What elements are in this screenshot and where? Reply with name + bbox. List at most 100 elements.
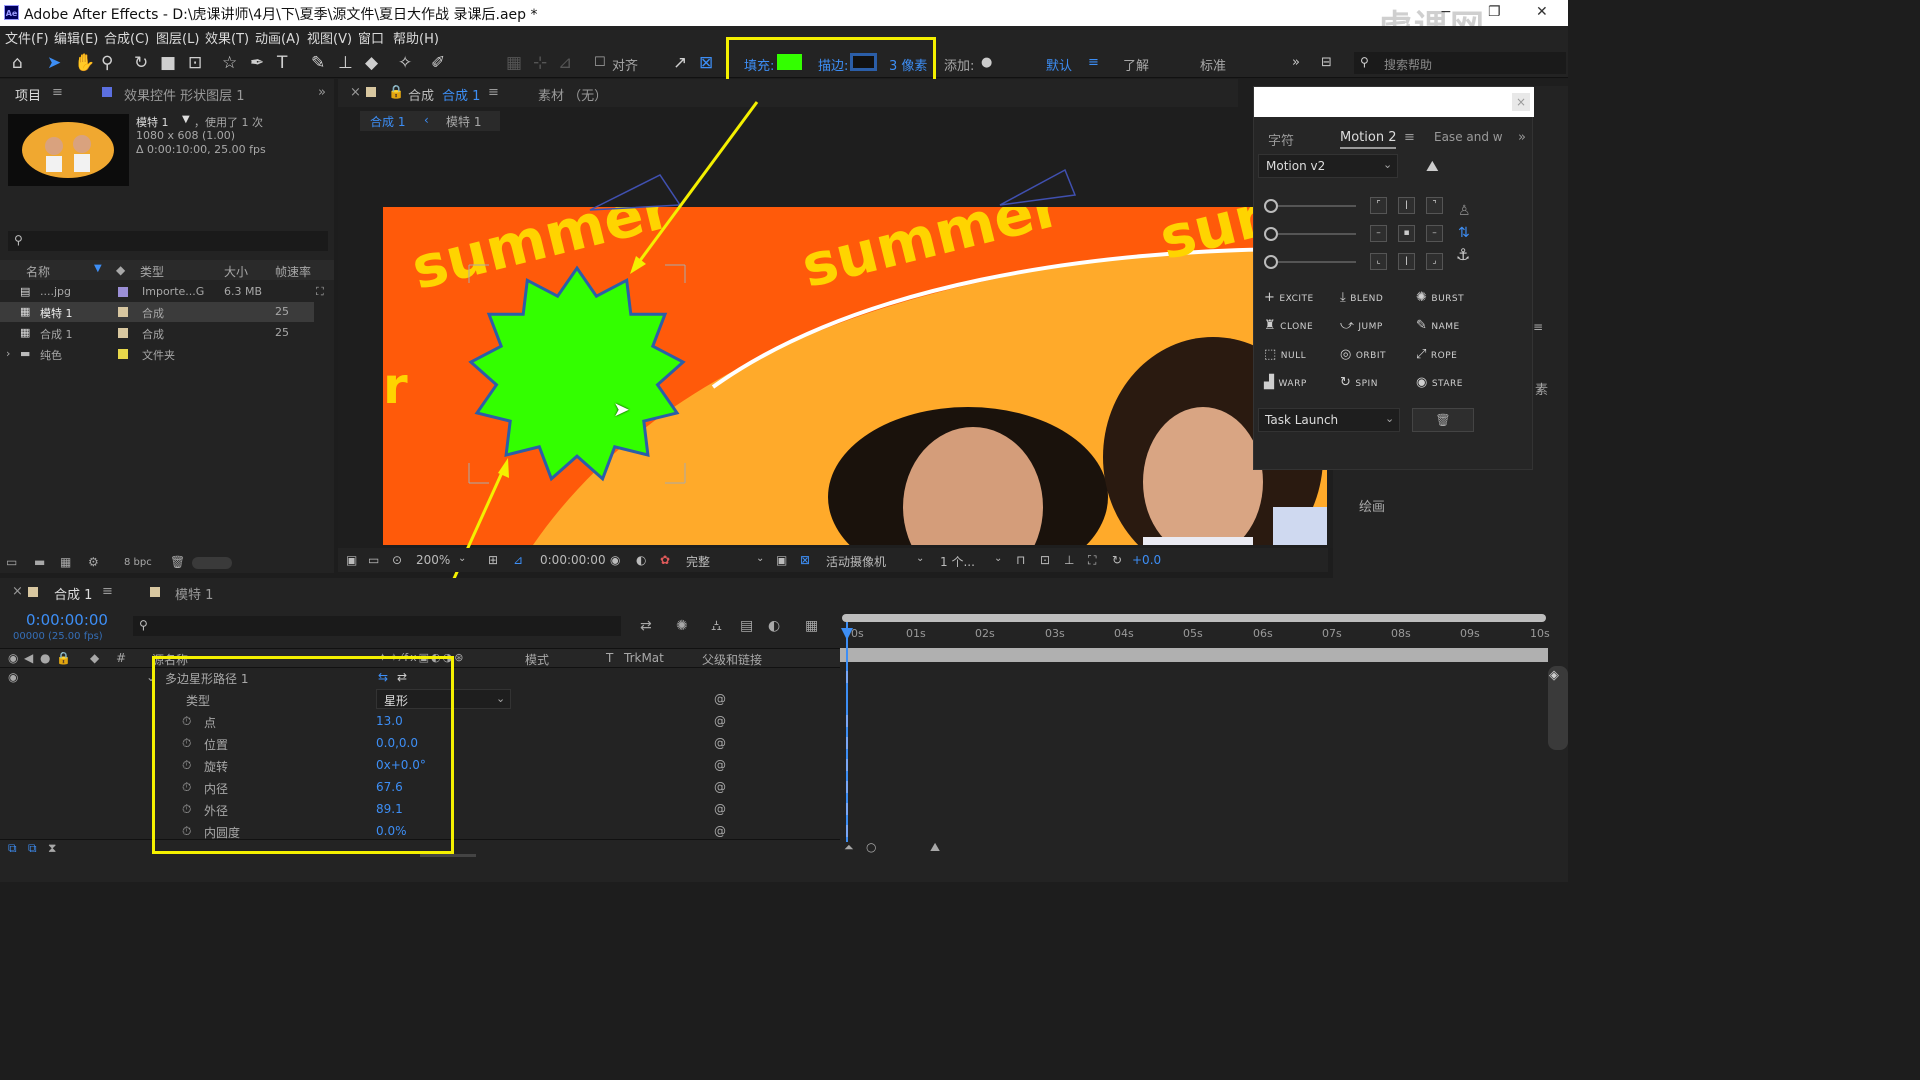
burst-button[interactable]: ✺ BURST bbox=[1416, 290, 1464, 305]
anchor-center-icon[interactable]: ▪ bbox=[1398, 225, 1415, 242]
eraser-tool-icon[interactable]: ◆ bbox=[365, 54, 378, 72]
comp-flowchart-icon[interactable]: ⛶ bbox=[1088, 553, 1096, 568]
anchor-top-icon[interactable]: ǀ bbox=[1398, 197, 1415, 214]
anchor-bottom-left-icon[interactable]: ⌞ bbox=[1370, 253, 1387, 270]
new-composition-icon[interactable]: ▦ bbox=[60, 555, 71, 569]
exposure-value[interactable]: +0.0 bbox=[1132, 553, 1161, 567]
hand-tool-icon[interactable]: ✋ bbox=[74, 54, 95, 72]
breadcrumb-model-1[interactable]: 模特 1 bbox=[446, 113, 481, 130]
resolution-select[interactable]: 完整 bbox=[686, 553, 710, 570]
column-mode[interactable]: 模式 bbox=[525, 651, 549, 668]
frame-blending-icon[interactable]: ▤ bbox=[740, 618, 753, 634]
expression-pickwhip-icon[interactable]: @ bbox=[714, 692, 726, 706]
zoom-in-icon[interactable]: ⛰ bbox=[930, 840, 940, 855]
graph-editor-icon[interactable]: ▦ bbox=[805, 618, 818, 634]
project-row[interactable]: › ▬ 纯色 文件夹 bbox=[0, 344, 314, 364]
anchor-icon[interactable]: ⚓ bbox=[1456, 245, 1470, 264]
tab-project[interactable]: 项目 bbox=[15, 85, 41, 104]
lock-icon[interactable]: 🔒 bbox=[388, 85, 404, 100]
anchor-right-icon[interactable]: – bbox=[1426, 225, 1443, 242]
clone-stamp-tool-icon[interactable]: ⊥ bbox=[338, 54, 353, 72]
blend-button[interactable]: ⤓ BLEND bbox=[1340, 290, 1383, 305]
expand-arrow-icon[interactable]: › bbox=[6, 347, 10, 360]
work-area-bar[interactable] bbox=[842, 614, 1546, 622]
more-workspaces-icon[interactable]: » bbox=[1292, 55, 1300, 70]
home-icon[interactable]: ⌂ bbox=[12, 54, 23, 72]
workspace-learn[interactable]: 了解 bbox=[1123, 55, 1149, 74]
pin-icon[interactable]: ♙ bbox=[1458, 203, 1471, 219]
tab-menu-icon[interactable]: ≡ bbox=[102, 584, 113, 599]
workspace-standard[interactable]: 标准 bbox=[1200, 55, 1226, 74]
flowchart-icon[interactable]: ⊥ bbox=[1064, 553, 1074, 567]
dock-menu-icon[interactable]: ≡ bbox=[1533, 320, 1543, 334]
snap-options-icon[interactable]: ⊠ bbox=[699, 54, 713, 72]
delete-task-button[interactable]: 🗑 bbox=[1412, 408, 1474, 432]
spin-button[interactable]: ↻ SPIN bbox=[1340, 375, 1378, 390]
selection-tool-icon[interactable]: ➤ bbox=[47, 54, 61, 72]
anchor-top-right-icon[interactable]: ⌝ bbox=[1426, 197, 1443, 214]
region-of-interest-icon[interactable]: ⊞ bbox=[488, 553, 498, 567]
reset-exposure-icon[interactable]: ↻ bbox=[1112, 553, 1122, 567]
stare-button[interactable]: ◉ STARE bbox=[1416, 375, 1463, 390]
show-snapshot-icon[interactable]: ◐ bbox=[636, 553, 646, 567]
add-button-icon[interactable]: ● bbox=[981, 55, 992, 70]
local-axis-icon[interactable]: ▦ bbox=[506, 54, 522, 72]
timeline-tab-model-1[interactable]: 模特 1 bbox=[175, 584, 213, 603]
menu-help[interactable]: 帮助(H) bbox=[393, 28, 439, 47]
panel-overflow-icon[interactable]: » bbox=[318, 85, 326, 100]
audio-icon[interactable]: ◀ bbox=[24, 651, 33, 665]
expression-pickwhip-icon[interactable]: @ bbox=[714, 824, 726, 838]
close-tab-icon[interactable]: × bbox=[12, 584, 23, 599]
zoom-out-icon[interactable]: ⏶ bbox=[844, 840, 854, 855]
column-type[interactable]: 类型 bbox=[140, 263, 164, 280]
menu-animation[interactable]: 动画(A) bbox=[255, 28, 300, 47]
tab-menu-icon[interactable]: ≡ bbox=[52, 85, 63, 100]
bit-depth-value[interactable]: 8 bpc bbox=[124, 557, 152, 568]
slider-knob-1[interactable] bbox=[1264, 199, 1278, 213]
column-parent[interactable]: 父级和链接 bbox=[702, 651, 762, 668]
tab-footage[interactable]: 素材 （无） bbox=[538, 85, 607, 104]
camera-select[interactable]: 活动摄像机 bbox=[826, 553, 886, 570]
minimize-button[interactable]: − bbox=[1440, 4, 1452, 20]
channel-icon[interactable]: ✿ bbox=[660, 553, 670, 567]
jump-button[interactable]: ⤻ JUMP bbox=[1340, 318, 1383, 333]
tab-character[interactable]: 字符 bbox=[1268, 130, 1294, 149]
dropdown-arrow-icon[interactable]: ▼ bbox=[182, 114, 190, 125]
pen-tool-icon[interactable]: ✒ bbox=[250, 54, 264, 72]
expression-pickwhip-icon[interactable]: @ bbox=[714, 758, 726, 772]
eye-icon[interactable]: ◉ bbox=[8, 670, 18, 684]
tab-menu-icon[interactable]: ≡ bbox=[1404, 130, 1415, 145]
tab-motion-2[interactable]: Motion 2 bbox=[1340, 130, 1397, 149]
viewer-timecode[interactable]: 0:00:00:00 bbox=[540, 553, 606, 567]
menu-effect[interactable]: 效果(T) bbox=[205, 28, 249, 47]
slider-track-3[interactable] bbox=[1278, 261, 1356, 263]
rotate-tool-icon[interactable]: ↻ bbox=[134, 54, 148, 72]
menu-composition[interactable]: 合成(C) bbox=[104, 28, 149, 47]
timeline-pin-icon[interactable]: ◈ bbox=[1549, 668, 1559, 683]
zoom-slider-knob[interactable]: ○ bbox=[866, 840, 876, 854]
views-dropdown-icon[interactable]: ⌄ bbox=[994, 553, 1002, 564]
anchor-bottom-right-icon[interactable]: ⌟ bbox=[1426, 253, 1443, 270]
column-trkmat[interactable]: TrkMat bbox=[624, 651, 664, 665]
project-search-input[interactable]: ⚲ bbox=[8, 231, 328, 251]
text-tool-icon[interactable]: T bbox=[277, 54, 287, 72]
slider-track-1[interactable] bbox=[1278, 205, 1356, 207]
render-time-icon[interactable]: ⧗ bbox=[48, 841, 56, 856]
trash-icon[interactable]: 🗑 bbox=[170, 555, 185, 569]
world-axis-icon[interactable]: ⊹ bbox=[533, 54, 547, 72]
column-size[interactable]: 大小 bbox=[224, 263, 248, 280]
interpret-footage-icon[interactable]: ▭ bbox=[6, 555, 17, 569]
tab-effect-controls[interactable]: 效果控件 形状图层 1 bbox=[124, 85, 245, 104]
maximize-button[interactable]: ❐ bbox=[1488, 4, 1501, 20]
fast-previews-icon[interactable]: ▣ bbox=[776, 553, 787, 567]
workspace-menu-icon[interactable]: ≡ bbox=[1088, 55, 1099, 70]
motion-blur-icon[interactable]: ◐ bbox=[768, 618, 780, 634]
solo-icon[interactable]: ● bbox=[40, 651, 50, 665]
lock-icon[interactable]: 🔒 bbox=[56, 651, 71, 665]
slider-knob-2[interactable] bbox=[1264, 227, 1278, 241]
menu-layer[interactable]: 图层(L) bbox=[156, 28, 199, 47]
star-tool-icon[interactable]: ☆ bbox=[222, 54, 237, 72]
layer-search-input[interactable]: ⚲ bbox=[133, 616, 621, 636]
paint-panel-label[interactable]: 绘画 bbox=[1359, 496, 1385, 515]
warp-button[interactable]: ▟ WARP bbox=[1264, 375, 1307, 390]
